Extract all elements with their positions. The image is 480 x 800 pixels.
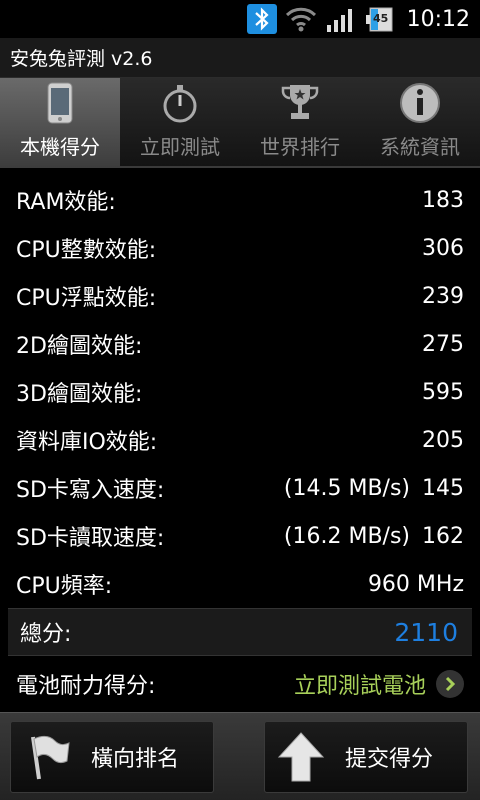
phone-icon bbox=[47, 82, 73, 124]
battery-test-link[interactable]: 立即測試電池 bbox=[294, 668, 426, 700]
tab-test-now[interactable]: 立即測試 bbox=[120, 78, 240, 168]
chevron-right-icon[interactable] bbox=[436, 670, 464, 698]
tab-label: 系統資訊 bbox=[380, 135, 460, 159]
status-time: 10:12 bbox=[406, 6, 470, 32]
battery-test-row[interactable]: 電池耐力得分: 立即測試電池 bbox=[0, 660, 480, 708]
info-icon bbox=[400, 83, 440, 123]
total-label: 總分: bbox=[20, 622, 72, 647]
tab-label: 本機得分 bbox=[20, 135, 100, 159]
battery-level: 45 bbox=[372, 12, 389, 25]
bluetooth-icon bbox=[246, 4, 277, 34]
tab-label: 世界排行 bbox=[260, 135, 340, 159]
score-row-sd-write: SD卡寫入速度: (14.5 MB/s) 145 bbox=[0, 464, 480, 512]
score-value: 595 bbox=[422, 379, 464, 405]
score-value: 239 bbox=[422, 283, 464, 309]
landscape-ranking-button[interactable]: 橫向排名 bbox=[10, 721, 214, 793]
score-value: 275 bbox=[422, 331, 464, 357]
score-row-3d: 3D繪圖效能: 595 bbox=[0, 368, 480, 416]
score-value: 162 bbox=[422, 523, 464, 549]
score-value: 145 bbox=[422, 475, 464, 501]
score-label: SD卡寫入速度: bbox=[16, 478, 165, 503]
stopwatch-icon bbox=[163, 85, 197, 123]
tab-my-score[interactable]: 本機得分 bbox=[0, 78, 120, 168]
battery-test-label: 電池耐力得分: bbox=[16, 674, 156, 699]
score-label: 3D繪圖效能: bbox=[16, 382, 143, 407]
total-score-row: 總分: 2110 bbox=[8, 608, 472, 656]
score-label: CPU頻率: bbox=[16, 574, 113, 599]
tab-bar: 本機得分 立即測試 世界排行 系統資訊 bbox=[0, 78, 480, 168]
tab-system-info[interactable]: 系統資訊 bbox=[360, 78, 480, 168]
battery-icon: 45 bbox=[365, 5, 397, 33]
score-row-cpu-float: CPU浮點效能: 239 bbox=[0, 272, 480, 320]
score-label: 2D繪圖效能: bbox=[16, 334, 143, 359]
total-value: 2110 bbox=[394, 617, 458, 647]
score-speed: (16.2 MB/s) bbox=[283, 523, 410, 549]
score-row-cpu-integer: CPU整數效能: 306 bbox=[0, 224, 480, 272]
upload-arrow-icon bbox=[277, 732, 325, 782]
score-row-2d: 2D繪圖效能: 275 bbox=[0, 320, 480, 368]
score-label: SD卡讀取速度: bbox=[16, 526, 165, 551]
score-row-database-io: 資料庫IO效能: 205 bbox=[0, 416, 480, 464]
trophy-icon bbox=[281, 85, 319, 119]
wifi-icon bbox=[285, 5, 317, 33]
score-value: 205 bbox=[422, 427, 464, 453]
score-label: 資料庫IO效能: bbox=[16, 430, 158, 455]
score-speed: (14.5 MB/s) bbox=[283, 475, 410, 501]
score-row-sd-read: SD卡讀取速度: (16.2 MB/s) 162 bbox=[0, 512, 480, 560]
score-row-cpu-frequency: CPU頻率: 960 MHz bbox=[0, 560, 480, 608]
score-value: 183 bbox=[422, 187, 464, 213]
score-label: CPU浮點效能: bbox=[16, 286, 157, 311]
tab-label: 立即測試 bbox=[140, 135, 220, 159]
score-row-ram: RAM效能: 183 bbox=[0, 176, 480, 224]
button-label: 提交得分 bbox=[345, 747, 434, 772]
signal-icon bbox=[325, 5, 357, 33]
score-list: RAM效能: 183 CPU整數效能: 306 CPU浮點效能: 239 2D繪… bbox=[0, 176, 480, 608]
app-title: 安兔兔評測 v2.6 bbox=[10, 48, 153, 70]
status-bar: 45 10:12 bbox=[0, 0, 480, 38]
app-title-bar: 安兔兔評測 v2.6 bbox=[0, 38, 480, 78]
score-label: RAM效能: bbox=[16, 190, 116, 215]
bottom-bar: 橫向排名 提交得分 bbox=[0, 712, 480, 800]
score-label: CPU整數效能: bbox=[16, 238, 157, 263]
score-value: 960 MHz bbox=[367, 571, 464, 597]
flag-icon bbox=[31, 735, 70, 780]
tab-world-ranking[interactable]: 世界排行 bbox=[240, 78, 360, 168]
button-label: 橫向排名 bbox=[91, 747, 180, 772]
score-value: 306 bbox=[422, 235, 464, 261]
submit-score-button[interactable]: 提交得分 bbox=[264, 721, 468, 793]
